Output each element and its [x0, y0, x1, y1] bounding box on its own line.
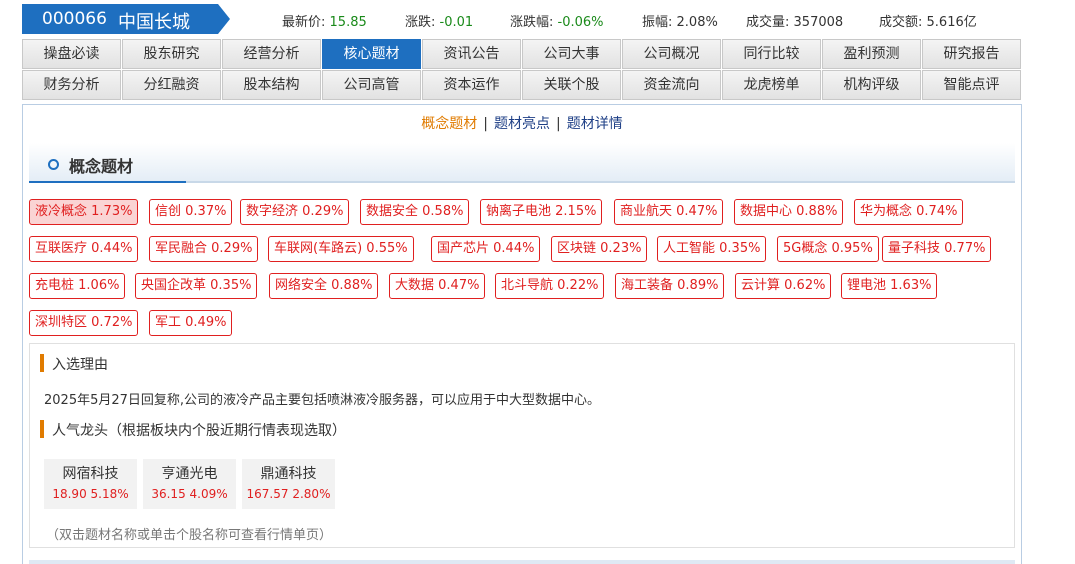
concept-chip[interactable]: 华为概念 0.74%	[854, 199, 964, 225]
reason-text: 2025年5月27日回复称,公司的液冷产品主要包括喷淋液冷服务器，可以应用于中大…	[44, 393, 601, 408]
circle-bullet-icon	[48, 159, 59, 170]
concept-chip[interactable]: 央国企改革 0.35%	[135, 273, 258, 299]
concept-chip[interactable]: 液冷概念 1.73%	[29, 199, 139, 225]
concept-chip[interactable]: 北斗导航 0.22%	[495, 273, 605, 299]
tab-caopanbidu[interactable]: 操盘必读	[22, 39, 121, 69]
concept-chip[interactable]: 锂电池 1.63%	[841, 273, 938, 299]
tab-guanliangegu[interactable]: 关联个股	[522, 70, 621, 100]
concept-chip[interactable]: 信创 0.37%	[149, 199, 233, 225]
leader-stock-quote: 167.57 2.80%	[246, 487, 331, 501]
quote-volume: 成交量: 357008	[746, 15, 844, 30]
concept-chip[interactable]: 数据安全 0.58%	[360, 199, 470, 225]
reason-box: 入选理由 2025年5月27日回复称,公司的液冷产品主要包括喷淋液冷服务器，可以…	[29, 343, 1015, 548]
concept-chip[interactable]: 充电桩 1.06%	[29, 273, 126, 299]
hint-text: （双击题材名称或单击个股名称可查看行情单页）	[46, 528, 333, 543]
leader-stock-name[interactable]: 网宿科技	[44, 463, 137, 483]
quote-turnover: 成交额: 5.616亿	[879, 15, 977, 30]
section-underline	[29, 181, 186, 183]
tab-jingyingfenxi[interactable]: 经营分析	[222, 39, 321, 69]
tab-zijinliuxiang[interactable]: 资金流向	[622, 70, 721, 100]
concept-chip[interactable]: 大数据 0.47%	[389, 273, 486, 299]
concept-chip[interactable]: 5G概念 0.95%	[777, 236, 879, 262]
content-panel: 概念题材 | 题材亮点 | 题材详情 概念题材 液冷概念 1.73% 信创 0.37% …	[22, 104, 1022, 564]
stock-tag: 000066 中国长城	[22, 4, 230, 34]
tab-caiwufenxi[interactable]: 财务分析	[22, 70, 121, 100]
stock-header: 000066 中国长城 最新价: 15.85 涨跌: -0.01 涨跌幅: -0…	[22, 4, 1021, 34]
sublink-concepts[interactable]: 概念题材	[421, 116, 477, 132]
tab-gongsigaoguan[interactable]: 公司高管	[322, 70, 421, 100]
tab-gongsidashi[interactable]: 公司大事	[522, 39, 621, 69]
tab-zixungonggao[interactable]: 资讯公告	[422, 39, 521, 69]
leader-stock-name[interactable]: 亨通光电	[143, 463, 236, 483]
leader-stock-card[interactable]: 亨通光电 36.15 4.09%	[143, 459, 236, 509]
tab-gudongyanjiu[interactable]: 股东研究	[122, 39, 221, 69]
concept-chip[interactable]: 国产芯片 0.44%	[431, 236, 541, 262]
tab-tonghangbijiao[interactable]: 同行比较	[722, 39, 821, 69]
concept-chip[interactable]: 量子科技 0.77%	[882, 236, 992, 262]
concept-chip[interactable]: 军工 0.49%	[149, 310, 233, 336]
sublink-details[interactable]: 题材详情	[567, 116, 623, 132]
concept-chip[interactable]: 深圳特区 0.72%	[29, 310, 139, 336]
quote-change-pct: 涨跌幅: -0.06%	[510, 15, 604, 30]
tab-zibenyunzuo[interactable]: 资本运作	[422, 70, 521, 100]
tab-longhubangdan[interactable]: 龙虎榜单	[722, 70, 821, 100]
section-header: 概念题材	[29, 143, 1015, 183]
leader-stock-card[interactable]: 鼎通科技 167.57 2.80%	[242, 459, 335, 509]
quote-amplitude: 振幅: 2.08%	[642, 15, 718, 30]
tab-jigoupingji[interactable]: 机构评级	[822, 70, 921, 100]
leader-stock-quote: 18.90 5.18%	[52, 487, 129, 501]
concept-chip[interactable]: 车联网(车路云) 0.55%	[268, 236, 414, 262]
stock-code: 000066	[42, 9, 107, 29]
leader-stock-card[interactable]: 网宿科技 18.90 5.18%	[44, 459, 137, 509]
tab-row-1: 操盘必读 股东研究 经营分析 核心题材 资讯公告 公司大事 公司概况 同行比较 …	[22, 39, 1021, 69]
tab-yanjiubaogao[interactable]: 研究报告	[922, 39, 1021, 69]
tab-gubenjiegou[interactable]: 股本结构	[222, 70, 321, 100]
concept-chip[interactable]: 数据中心 0.88%	[734, 199, 844, 225]
leaders-heading: 人气龙头（根据板块内个股近期行情表现选取）	[40, 420, 346, 439]
concept-chip[interactable]: 钠离子电池 2.15%	[480, 199, 603, 225]
tab-gongsigaikuang[interactable]: 公司概况	[622, 39, 721, 69]
sub-nav: 概念题材 | 题材亮点 | 题材详情	[421, 116, 623, 132]
next-section-strip	[29, 560, 1015, 564]
concept-chip[interactable]: 人工智能 0.35%	[657, 236, 767, 262]
leader-stock-name[interactable]: 鼎通科技	[242, 463, 335, 483]
tab-yingliyuce[interactable]: 盈利预测	[822, 39, 921, 69]
concept-chip[interactable]: 海工装备 0.89%	[615, 273, 725, 299]
tab-grid: 操盘必读 股东研究 经营分析 核心题材 资讯公告 公司大事 公司概况 同行比较 …	[22, 39, 1021, 101]
concept-chip[interactable]: 区块链 0.23%	[551, 236, 648, 262]
concept-chip[interactable]: 网络安全 0.88%	[269, 273, 379, 299]
tab-row-2: 财务分析 分红融资 股本结构 公司高管 资本运作 关联个股 资金流向 龙虎榜单 …	[22, 70, 1021, 100]
leader-stock-quote: 36.15 4.09%	[151, 487, 228, 501]
stock-name: 中国长城	[118, 12, 190, 33]
reason-heading: 入选理由	[40, 354, 108, 373]
sublink-highlights[interactable]: 题材亮点	[494, 116, 550, 132]
quote-last-price: 最新价: 15.85	[282, 15, 367, 30]
concept-chip[interactable]: 军民融合 0.29%	[149, 236, 259, 262]
concept-chip[interactable]: 云计算 0.62%	[735, 273, 832, 299]
quote-change: 涨跌: -0.01	[405, 15, 474, 30]
tab-hexintica[interactable]: 核心题材	[322, 39, 421, 69]
tab-zhinengdianping[interactable]: 智能点评	[922, 70, 1021, 100]
concept-chip[interactable]: 商业航天 0.47%	[614, 199, 724, 225]
concept-chip[interactable]: 数字经济 0.29%	[240, 199, 350, 225]
tab-fenhongrongzi[interactable]: 分红融资	[122, 70, 221, 100]
section-title: 概念题材	[69, 157, 134, 176]
concept-chip[interactable]: 互联医疗 0.44%	[29, 236, 139, 262]
